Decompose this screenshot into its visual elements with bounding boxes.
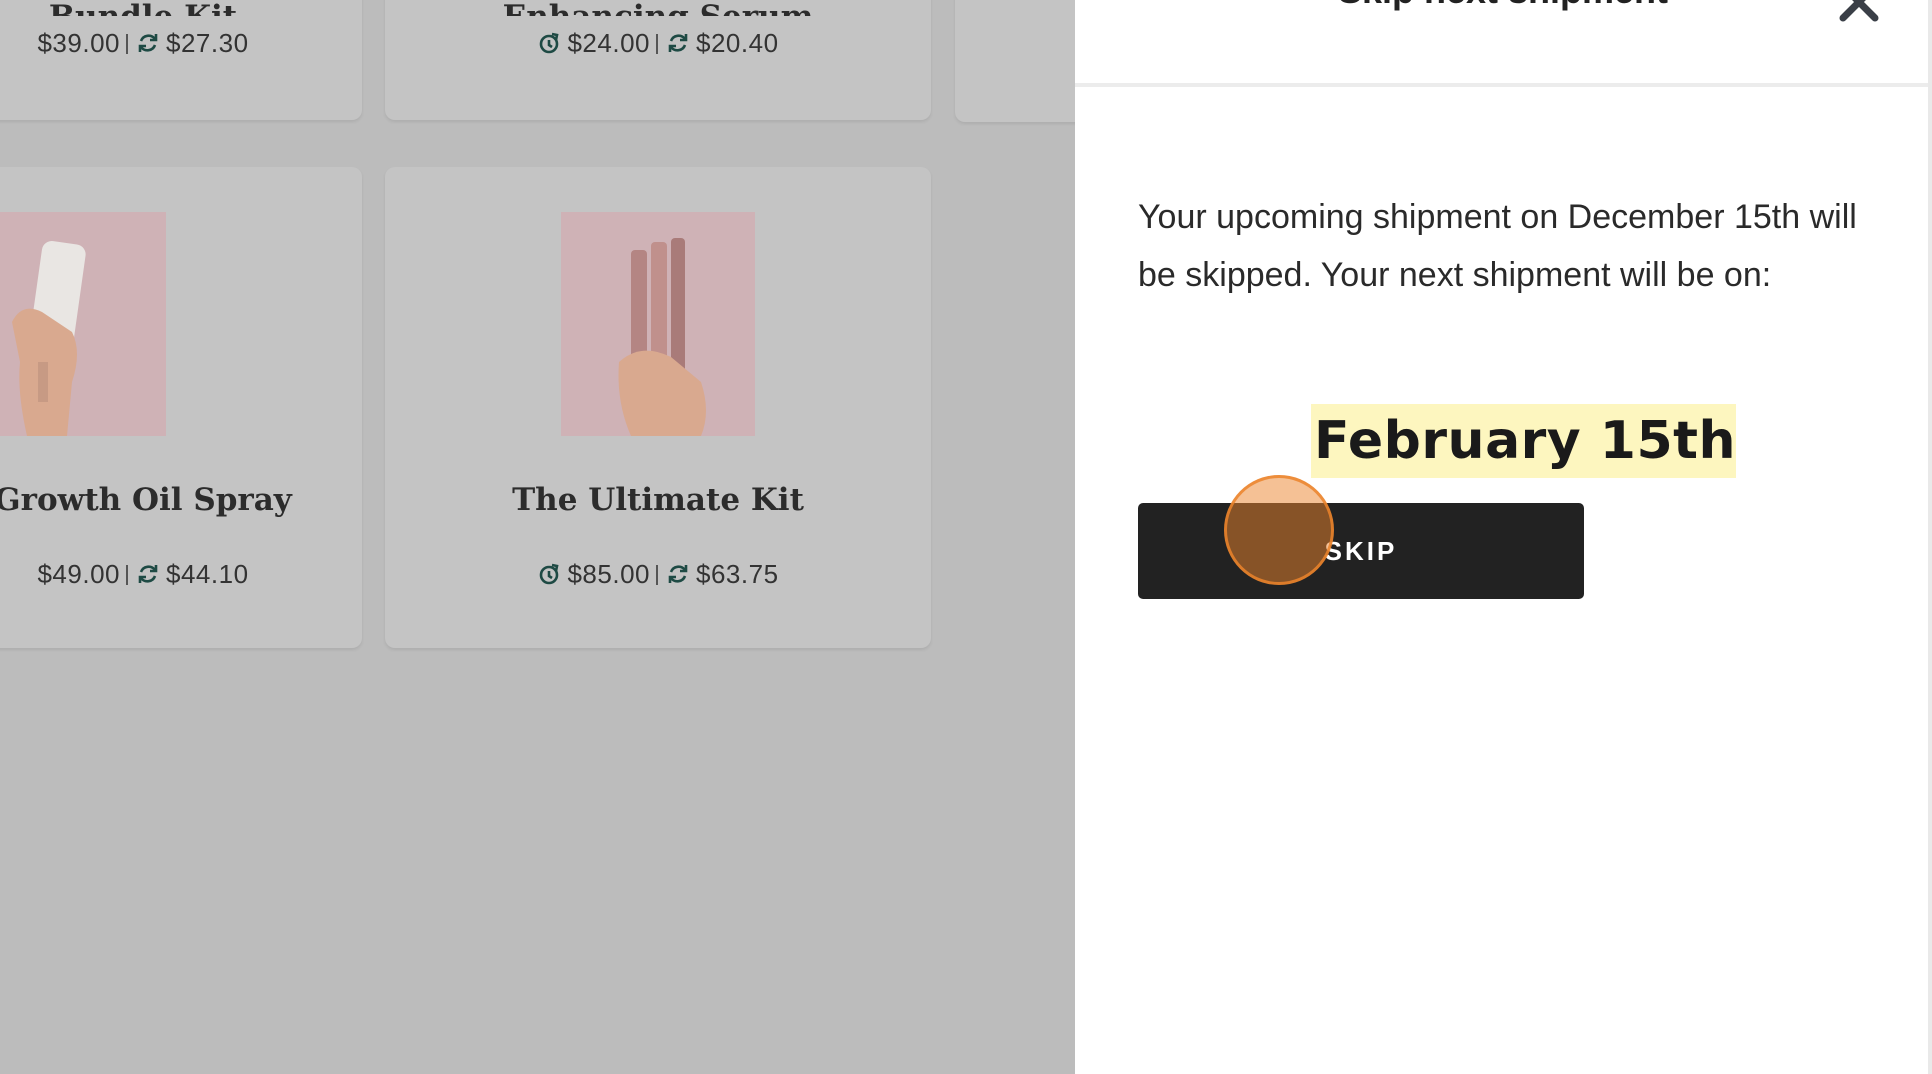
product-price: $49.00 $44.10 <box>0 559 334 590</box>
subscription-price: $27.30 <box>166 28 249 58</box>
subscription-refresh-icon <box>136 31 160 55</box>
product-price: $39.00 $27.30 <box>0 28 334 59</box>
product-price: $85.00 $63.75 <box>385 559 931 590</box>
price-divider <box>656 565 658 585</box>
one-time-purchase-icon <box>537 562 561 586</box>
price-divider <box>126 565 128 585</box>
product-title: Bundle Kit <box>0 0 334 16</box>
subscription-price: $20.40 <box>696 28 779 58</box>
product-image <box>0 212 166 436</box>
product-grid-overlay: Bundle Kit $39.00 $27.30 Enhancing Serum … <box>0 0 1075 1074</box>
skip-message: Your upcoming shipment on December 15th … <box>1138 198 1857 294</box>
regular-price: $24.00 <box>567 28 650 58</box>
next-shipment-date: February 15th <box>1311 404 1737 478</box>
product-title: Growth Oil Spray <box>0 482 292 518</box>
product-card[interactable]: Bundle Kit $39.00 $27.30 <box>0 0 362 120</box>
close-icon <box>1837 0 1881 24</box>
product-title: Enhancing Serum <box>385 0 931 16</box>
product-price: $24.00 $20.40 <box>385 28 931 59</box>
one-time-purchase-icon <box>537 31 561 55</box>
regular-price: $49.00 <box>37 559 120 589</box>
drawer-title: Skip next shipment <box>1075 0 1931 12</box>
subscription-price: $63.75 <box>696 559 779 589</box>
regular-price: $85.00 <box>567 559 650 589</box>
price-divider <box>656 34 658 54</box>
subscription-refresh-icon <box>136 562 160 586</box>
subscription-price: $44.10 <box>166 559 249 589</box>
product-card[interactable]: Enhancing Serum $24.00 $20.40 <box>385 0 931 120</box>
price-divider <box>126 34 128 54</box>
product-card[interactable] <box>955 0 1075 122</box>
scrollbar-track[interactable] <box>1928 0 1932 1074</box>
close-button[interactable] <box>1837 0 1881 24</box>
product-image <box>561 212 755 436</box>
product-title: The Ultimate Kit <box>512 482 804 518</box>
subscription-refresh-icon <box>666 562 690 586</box>
subscription-refresh-icon <box>666 31 690 55</box>
product-card[interactable]: The Ultimate Kit $85.00 $63.75 <box>385 167 931 648</box>
drawer-header: Skip next shipment <box>1075 0 1931 87</box>
skip-shipment-drawer: Skip next shipment Your upcoming shipmen… <box>1075 0 1931 1074</box>
skip-button[interactable]: SKIP <box>1138 503 1584 599</box>
product-card[interactable]: Growth Oil Spray $49.00 $44.10 <box>0 167 362 648</box>
skip-button-label: SKIP <box>1324 536 1398 566</box>
regular-price: $39.00 <box>37 28 120 58</box>
